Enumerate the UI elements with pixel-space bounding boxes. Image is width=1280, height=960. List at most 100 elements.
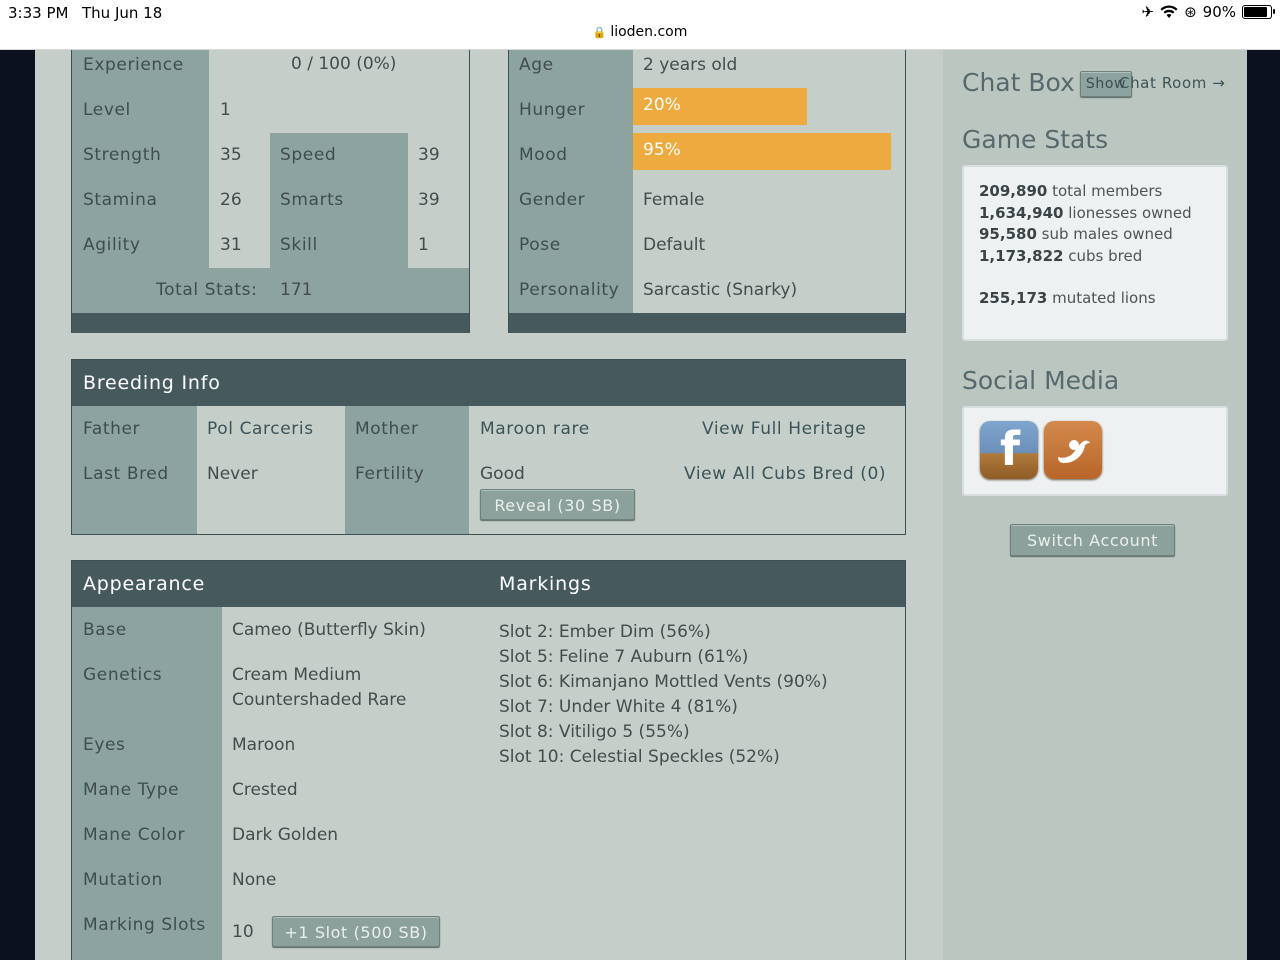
speed-value: 39	[418, 145, 440, 165]
mother-link[interactable]: Maroon rare	[480, 419, 590, 439]
stats-footer	[72, 313, 469, 333]
stat-lionesses-owned: 1,634,940 lionesses owned	[979, 203, 1192, 222]
agility-value: 31	[220, 235, 242, 255]
marking-slots-value: 10	[232, 922, 254, 942]
personality-label: Personality	[519, 280, 620, 300]
total-stats-row	[72, 268, 469, 313]
marking-item: Slot 8: Vitiligo 5 (55%)	[499, 722, 690, 742]
base-label: Base	[83, 620, 127, 640]
mane-type-value: Crested	[232, 780, 298, 800]
age-label: Age	[519, 55, 554, 75]
gender-label: Gender	[519, 190, 586, 210]
facebook-icon[interactable]: f	[980, 421, 1038, 479]
chat-room-link[interactable]: Chat Room →	[1119, 74, 1225, 92]
info-label-column	[509, 50, 633, 313]
breeding-info-header: Breeding Info	[72, 360, 905, 406]
stat-total-members: 209,890 total members	[979, 182, 1163, 200]
mane-type-label: Mane Type	[83, 780, 180, 800]
level-value: 1	[220, 100, 231, 120]
level-label: Level	[83, 100, 131, 120]
smarts-value: 39	[418, 190, 440, 210]
mane-color-value: Dark Golden	[232, 825, 339, 845]
appearance-header: Appearance Markings	[72, 561, 905, 607]
strength-label: Strength	[83, 145, 162, 165]
ios-status-bar: 3:33 PM Thu Jun 18 🔒 lioden.com ✈ ⊛ 90%	[0, 0, 1280, 50]
father-link[interactable]: Pol Carceris	[207, 419, 314, 439]
eyes-label: Eyes	[83, 735, 126, 755]
marking-item: Slot 6: Kimanjano Mottled Vents (90%)	[499, 672, 828, 692]
address-bar[interactable]: 🔒 lioden.com	[0, 24, 1280, 40]
personality-value: Sarcastic (Snarky)	[643, 280, 798, 300]
stats-border-left	[71, 50, 72, 333]
airplane-icon: ✈	[1141, 3, 1155, 21]
breeding-info-title: Breeding Info	[83, 372, 221, 394]
father-label: Father	[83, 419, 141, 439]
fertility-label: Fertility	[355, 464, 425, 484]
marking-item: Slot 5: Feline 7 Auburn (61%)	[499, 647, 749, 667]
experience-label: Experience	[83, 55, 184, 75]
mutation-value: None	[232, 870, 277, 890]
info-border-right	[905, 50, 906, 333]
twitter-icon[interactable]	[1044, 421, 1102, 479]
url-text: lioden.com	[610, 24, 688, 40]
wifi-icon	[1160, 5, 1178, 18]
fertility-value: Good	[480, 464, 525, 484]
marking-item: Slot 2: Ember Dim (56%)	[499, 622, 711, 642]
total-stats-value: 171	[280, 280, 313, 300]
battery-fill	[1244, 7, 1268, 17]
appearance-title: Appearance	[83, 573, 206, 595]
stamina-value: 26	[220, 190, 242, 210]
battery-icon	[1242, 5, 1275, 19]
pose-label: Pose	[519, 235, 561, 255]
social-media-title: Social Media	[962, 366, 1120, 395]
strength-value: 35	[220, 145, 242, 165]
status-date: Thu Jun 18	[82, 4, 163, 22]
gender-value: Female	[643, 190, 705, 210]
base-value: Cameo (Butterfly Skin)	[232, 620, 426, 640]
genetics-value-line2: Countershaded Rare	[232, 690, 407, 710]
stat-sub-males-owned: 95,580 sub males owned	[979, 225, 1173, 243]
lock-icon: 🔒	[592, 26, 607, 39]
last-bred-value: Never	[207, 464, 258, 484]
switch-account-button[interactable]: Switch Account	[1010, 524, 1175, 556]
hunger-value: 20%	[643, 95, 681, 115]
genetics-label: Genetics	[83, 665, 163, 685]
social-media-panel: f	[962, 406, 1228, 496]
info-border-left	[508, 50, 509, 333]
age-value: 2 years old	[643, 55, 738, 75]
marking-item: Slot 10: Celestial Speckles (52%)	[499, 747, 780, 767]
add-slot-button[interactable]: +1 Slot (500 SB)	[272, 916, 440, 947]
view-full-heritage-link[interactable]: View Full Heritage	[702, 419, 866, 439]
hunger-bar: 20%	[633, 88, 808, 125]
marking-slots-label: Marking Slots	[83, 915, 206, 935]
stat-mutated-lions: 255,173 mutated lions	[979, 289, 1156, 307]
mood-value: 95%	[643, 140, 681, 160]
stats-border-right	[469, 50, 470, 333]
chat-box-title: Chat Box	[962, 68, 1075, 97]
status-icons: ✈ ⊛ 90%	[1141, 3, 1275, 21]
mood-bar: 95%	[633, 133, 892, 170]
skill-label: Skill	[280, 235, 318, 255]
view-all-cubs-link[interactable]: View All Cubs Bred (0)	[684, 464, 886, 484]
reveal-button[interactable]: Reveal (30 SB)	[480, 489, 635, 520]
pose-value: Default	[643, 235, 706, 255]
battery-percent: 90%	[1202, 3, 1236, 21]
genetics-value-line1: Cream Medium	[232, 665, 362, 685]
game-stats-panel: 209,890 total members 1,634,940 lionesse…	[962, 165, 1228, 341]
total-stats-label: Total Stats:	[156, 280, 258, 300]
smarts-label: Smarts	[280, 190, 344, 210]
last-bred-label: Last Bred	[83, 464, 169, 484]
status-time: 3:33 PM	[8, 4, 69, 22]
mood-label: Mood	[519, 145, 568, 165]
markings-list: Slot 2: Ember Dim (56%) Slot 5: Feline 7…	[499, 620, 828, 770]
mutation-label: Mutation	[83, 870, 163, 890]
info-footer	[509, 313, 905, 333]
eyes-value: Maroon	[232, 735, 296, 755]
stamina-label: Stamina	[83, 190, 158, 210]
speed-label: Speed	[280, 145, 337, 165]
hunger-label: Hunger	[519, 100, 586, 120]
experience-value: 0 / 100 (0%)	[291, 54, 397, 74]
orientation-lock-icon: ⊛	[1184, 3, 1197, 21]
mane-color-label: Mane Color	[83, 825, 186, 845]
skill-value: 1	[418, 235, 429, 255]
